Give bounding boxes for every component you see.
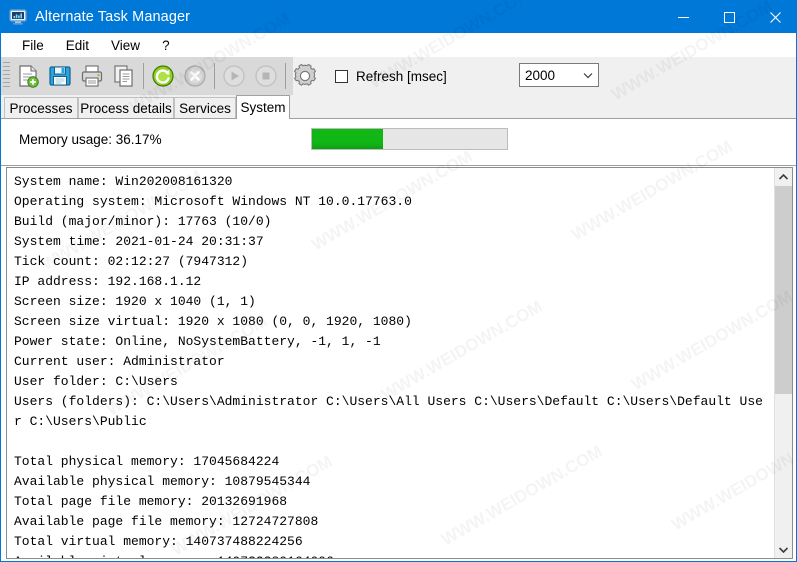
minimize-button[interactable] xyxy=(660,1,706,33)
window-title: Alternate Task Manager xyxy=(35,9,191,25)
scroll-down-arrow-icon[interactable] xyxy=(775,541,792,558)
refresh-button[interactable] xyxy=(147,60,179,92)
window-controls xyxy=(660,1,796,33)
scrollbar-thumb[interactable] xyxy=(775,186,792,394)
memory-usage-progressbar xyxy=(311,128,508,150)
vertical-scrollbar[interactable] xyxy=(774,168,792,558)
menu-edit[interactable]: Edit xyxy=(55,35,100,56)
toolbar-separator xyxy=(143,63,144,89)
toolbar-strip xyxy=(1,57,317,95)
title-bar: Alternate Task Manager xyxy=(1,1,796,33)
settings-button[interactable] xyxy=(289,60,321,92)
new-document-button[interactable] xyxy=(12,60,44,92)
tab-strip: Processes Process details Services Syste… xyxy=(1,95,796,119)
cancel-button[interactable] xyxy=(179,60,211,92)
tab-process-details[interactable]: Process details xyxy=(78,97,174,118)
refresh-checkbox-label: Refresh [msec] xyxy=(356,68,447,84)
start-button[interactable] xyxy=(218,60,250,92)
refresh-checkbox[interactable] xyxy=(335,69,348,83)
maximize-button[interactable] xyxy=(706,1,752,33)
refresh-interval-combo[interactable]: 2000 xyxy=(519,63,599,87)
alternate-task-manager-window: Alternate Task Manager File Edit View ? xyxy=(0,0,797,562)
tab-system[interactable]: System xyxy=(236,95,290,119)
copy-button[interactable] xyxy=(108,60,140,92)
monitor-chart-icon xyxy=(9,8,27,26)
save-button[interactable] xyxy=(44,60,76,92)
toolbar-separator xyxy=(285,63,286,89)
tab-services[interactable]: Services xyxy=(174,97,236,118)
toolbar: Refresh [msec] xyxy=(1,57,796,95)
refresh-checkbox-group[interactable]: Refresh [msec] xyxy=(335,69,447,84)
close-button[interactable] xyxy=(752,1,796,33)
menu-view[interactable]: View xyxy=(100,35,151,56)
print-button[interactable] xyxy=(76,60,108,92)
memory-usage-label: Memory usage: 36.17% xyxy=(19,132,162,147)
tab-processes[interactable]: Processes xyxy=(4,97,78,118)
chevron-down-icon xyxy=(578,72,598,79)
panel-divider xyxy=(1,165,796,166)
system-report-text: System name: Win202008161320 Operating s… xyxy=(14,174,763,558)
toolbar-grip-handle[interactable] xyxy=(3,62,10,90)
refresh-interval-value: 2000 xyxy=(525,67,556,83)
stop-button[interactable] xyxy=(250,60,282,92)
system-report-textarea[interactable]: System name: Win202008161320 Operating s… xyxy=(7,168,774,558)
memory-usage-progress-fill xyxy=(312,129,383,149)
menu-bar: File Edit View ? xyxy=(1,33,796,57)
scroll-up-arrow-icon[interactable] xyxy=(775,168,792,185)
menu-help[interactable]: ? xyxy=(151,35,181,56)
menu-file[interactable]: File xyxy=(11,35,55,56)
system-report-textarea-wrapper: System name: Win202008161320 Operating s… xyxy=(6,167,793,559)
toolbar-separator xyxy=(214,63,215,89)
